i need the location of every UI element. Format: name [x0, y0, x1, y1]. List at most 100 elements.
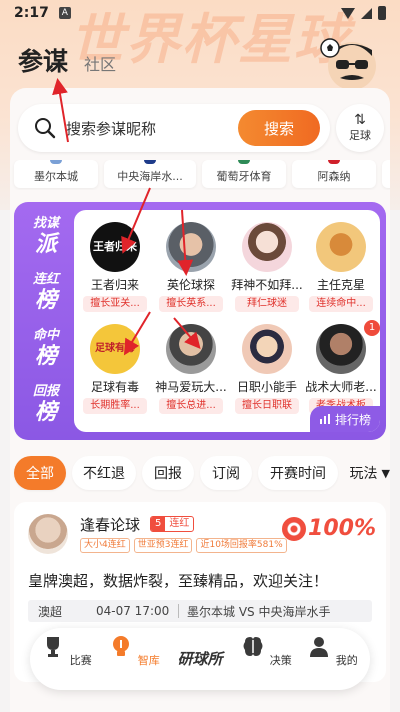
filter-no-refund[interactable]: 不红退	[72, 456, 136, 490]
filter-subscribe[interactable]: 订阅	[200, 456, 252, 490]
side-tab-streak[interactable]: 连红 榜	[24, 272, 68, 314]
expert-name: 日职小能手	[236, 380, 297, 394]
expert-card[interactable]: 英伦球探 擅长英系...	[154, 222, 228, 312]
ranking-icon	[319, 414, 330, 424]
user-icon	[310, 637, 329, 657]
expert-tag: 长期胜率...	[83, 398, 147, 414]
expert-name: 主任克星	[316, 278, 365, 292]
main-content: 搜索参谋昵称 搜索 ⇅ 足球 墨尔本城 中央海岸水... 葡萄牙体育 阿森纳 找…	[10, 88, 390, 712]
expert-tag: 连续命中...	[309, 296, 373, 312]
search-input[interactable]: 搜索参谋昵称 搜索	[18, 104, 330, 152]
post-tag: 大小4连红	[80, 538, 130, 553]
notification-icon: A	[58, 7, 71, 19]
search-icon	[35, 118, 56, 139]
app-screen: 世界杯星球 2:17 A 参谋 社区 搜索参谋昵称 搜索 ⇅ 足球 墨尔本城 中…	[0, 0, 400, 712]
bottom-nav: 比赛 智库 研球所 决策 我的	[30, 628, 370, 690]
expert-card[interactable]: 1 战术大师老... 老季战术板	[304, 320, 380, 414]
avatar	[166, 324, 216, 374]
hit-rate: 100%	[282, 516, 376, 541]
expert-name: 战术大师老...	[305, 380, 377, 394]
avatar: 王者归来	[90, 222, 140, 272]
avatar: 足球有毒	[90, 324, 140, 374]
expert-card[interactable]: 王者归来 王者归来 擅长亚关...	[78, 222, 152, 312]
expert-name: 王者归来	[90, 278, 139, 292]
match-info[interactable]: 澳超 04-07 17:00 墨尔本城 VS 中央海岸水手	[28, 600, 372, 622]
streak-badge: 5 连红	[150, 516, 195, 532]
team-logo-icon	[328, 160, 340, 164]
expert-tag: 擅长亚关...	[83, 296, 147, 312]
filter-return[interactable]: 回报	[142, 456, 194, 490]
team-chips-row: 墨尔本城 中央海岸水... 葡萄牙体育 阿森纳 雷	[10, 160, 390, 190]
side-tab-hit[interactable]: 命中 榜	[24, 328, 68, 370]
expert-card[interactable]: 足球有毒 足球有毒 长期胜率...	[78, 324, 152, 414]
avatar	[166, 222, 216, 272]
tab-advisor[interactable]: 参谋	[18, 42, 68, 82]
team-chip-label: 中央海岸水...	[117, 170, 183, 183]
nav-decision[interactable]: 决策	[236, 634, 296, 668]
post-author[interactable]: 逢春论球	[80, 514, 140, 535]
expert-side-menu: 找谋 派 连红 榜 命中 榜 回报 榜	[14, 202, 74, 440]
team-chip[interactable]: 墨尔本城	[14, 160, 98, 188]
search-button[interactable]: 搜索	[238, 110, 320, 146]
filter-kickoff-time[interactable]: 开赛时间	[258, 456, 338, 490]
expert-name: 英伦球探	[166, 278, 215, 292]
sort-icon: ⇅	[354, 112, 366, 128]
wifi-icon	[341, 7, 355, 19]
team-chip[interactable]: 阿森纳	[292, 160, 376, 188]
lightbulb-icon	[113, 636, 130, 656]
avatar[interactable]	[28, 514, 68, 554]
team-chip-label: 阿森纳	[317, 170, 351, 183]
top-tabs: 参谋 社区	[18, 42, 116, 82]
sport-switch-button[interactable]: ⇅ 足球	[336, 104, 384, 152]
expert-name: 拜神不如拜...	[231, 278, 303, 292]
ranking-label: 排行榜	[334, 412, 371, 427]
expert-panel: 找谋 派 连红 榜 命中 榜 回报 榜 王者归来 王者归来 擅长亚关... 英伦…	[14, 202, 386, 440]
play-type-label: 玩法	[349, 466, 378, 482]
ranking-link[interactable]: 排行榜	[310, 406, 380, 432]
filter-play-type[interactable]: 玩法 ▼	[350, 456, 390, 490]
avatar	[316, 222, 366, 272]
tab-community[interactable]: 社区	[84, 51, 116, 78]
post-tag: 世亚预3连红	[133, 538, 193, 553]
side-tab-return[interactable]: 回报 榜	[24, 384, 68, 426]
expert-tag: 拜仁球迷	[235, 296, 299, 312]
nav-research[interactable]: 研球所	[172, 638, 228, 678]
nav-thinktank[interactable]: 智库	[104, 634, 164, 668]
unread-badge: 1	[364, 320, 380, 336]
chevron-down-icon: ▼	[381, 466, 390, 480]
status-bar: 2:17 A	[0, 0, 400, 26]
nav-matches[interactable]: 比赛	[36, 634, 96, 668]
team-chip[interactable]: 雷	[382, 160, 390, 188]
avatar	[242, 324, 292, 374]
mascot-icon	[320, 38, 376, 90]
expert-card[interactable]: 神马爱玩大... 擅长总进...	[154, 324, 228, 414]
team-chip[interactable]: 葡萄牙体育	[202, 160, 286, 188]
sport-label: 足球	[349, 129, 371, 142]
team-logo-icon	[50, 160, 62, 164]
expert-tag: 擅长日职联	[235, 398, 299, 414]
filter-all[interactable]: 全部	[14, 456, 66, 490]
post-tags: 大小4连红 世亚预3连红 近10场回报率581%	[80, 538, 287, 553]
expert-name: 神马爱玩大...	[155, 380, 227, 394]
post-text: 皇牌澳超，数据炸裂，至臻精品，欢迎关注！	[28, 572, 329, 590]
expert-tag: 擅长英系...	[159, 296, 223, 312]
avatar	[316, 324, 366, 374]
team-chip-label: 墨尔本城	[34, 170, 78, 183]
brain-icon	[243, 637, 263, 656]
match-time: 04-07 17:00	[96, 604, 170, 618]
expert-grid: 王者归来 王者归来 擅长亚关... 英伦球探 擅长英系... 拜神不如拜... …	[74, 210, 380, 432]
team-chip-label: 葡萄牙体育	[216, 170, 272, 183]
expert-card[interactable]: 拜神不如拜... 拜仁球迷	[230, 222, 304, 312]
divider	[178, 604, 179, 618]
team-chip[interactable]: 中央海岸水...	[104, 160, 196, 188]
expert-card[interactable]: 日职小能手 擅长日职联	[230, 324, 304, 414]
match-league: 澳超	[38, 604, 63, 619]
cellular-icon	[361, 7, 372, 19]
post-tag: 近10场回报率581%	[196, 538, 287, 553]
target-icon	[282, 516, 307, 541]
side-tab-find[interactable]: 找谋 派	[24, 216, 68, 258]
expert-card[interactable]: 主任克星 连续命中...	[304, 222, 378, 312]
battery-icon	[378, 6, 386, 20]
nav-profile[interactable]: 我的	[302, 634, 362, 668]
match-teams: 墨尔本城 VS 中央海岸水手	[187, 604, 331, 619]
